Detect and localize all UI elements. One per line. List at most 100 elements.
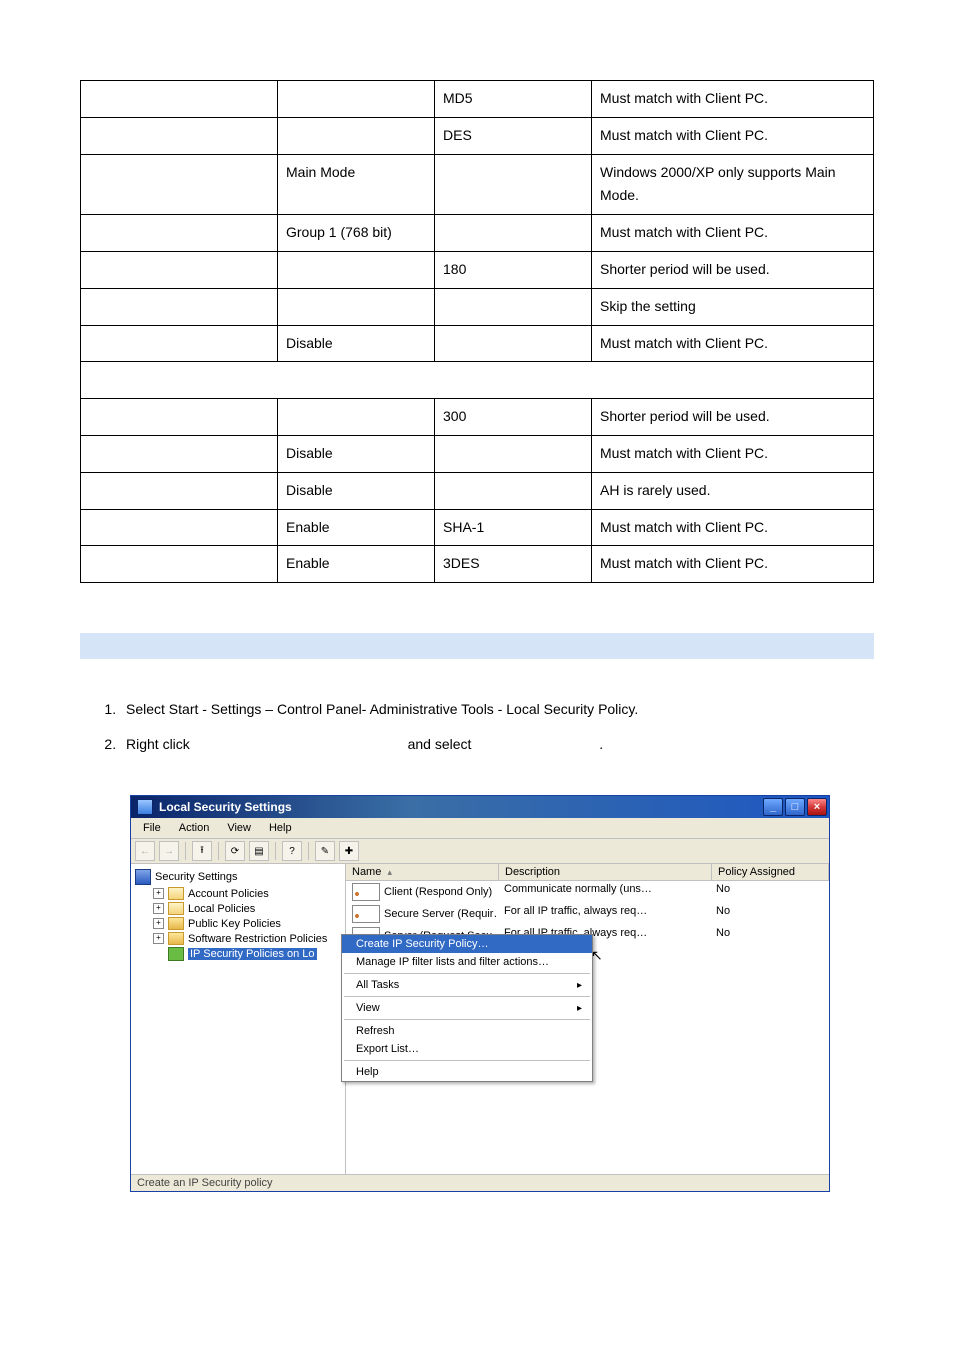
table-cell (278, 399, 435, 436)
table-cell (435, 288, 592, 325)
table-cell: Enable (278, 546, 435, 583)
table-cell: Main Mode (278, 154, 435, 215)
expand-icon[interactable]: + (153, 933, 164, 944)
settings-table: MD5Must match with Client PC. DESMust ma… (80, 80, 874, 583)
statusbar: Create an IP Security policy (131, 1174, 829, 1191)
table-cell (81, 546, 278, 583)
table-cell: SHA-1 (435, 509, 592, 546)
policy-icon (352, 905, 380, 923)
table-cell (81, 81, 278, 118)
menu-action[interactable]: Action (171, 820, 218, 836)
window-icon (137, 799, 153, 815)
forward-button[interactable]: → (159, 841, 179, 861)
table-cell: Group 1 (768 bit) (278, 215, 435, 252)
policy-row[interactable]: Secure Server (Requir…For all IP traffic… (346, 903, 829, 925)
table-cell: MD5 (435, 81, 592, 118)
maximize-button[interactable]: □ (785, 798, 805, 816)
table-cell (81, 288, 278, 325)
table-cell (435, 435, 592, 472)
cursor-icon: ↖ (591, 947, 603, 964)
expand-icon[interactable]: + (153, 903, 164, 914)
table-cell: Must match with Client PC. (592, 435, 874, 472)
step-1: Select Start - Settings – Control Panel-… (120, 699, 874, 720)
col-name[interactable]: Name ▴ (346, 864, 499, 880)
expand-icon[interactable]: + (153, 918, 164, 929)
expand-icon[interactable]: + (153, 888, 164, 899)
ctx-help[interactable]: Help (342, 1063, 592, 1081)
window-title: Local Security Settings (159, 800, 761, 814)
tree-local-policies[interactable]: + Local Policies (151, 901, 343, 916)
folder-icon (168, 902, 184, 915)
table-cell (81, 435, 278, 472)
table-cell (81, 472, 278, 509)
context-menu: Create IP Security Policy… Manage IP fil… (341, 934, 593, 1082)
table-cell (435, 325, 592, 362)
table-cell: Must match with Client PC. (592, 325, 874, 362)
tree-account-policies[interactable]: + Account Policies (151, 886, 343, 901)
tree-root[interactable]: Security Settings (133, 868, 343, 886)
ctx-manage-filter-lists[interactable]: Manage IP filter lists and filter action… (342, 953, 592, 971)
table-cell: DES (435, 117, 592, 154)
table-cell: Skip the setting (592, 288, 874, 325)
ctx-all-tasks[interactable]: All Tasks (342, 976, 592, 994)
folder-icon (168, 887, 184, 900)
policy-row[interactable]: Client (Respond Only)Communicate normall… (346, 881, 829, 903)
close-button[interactable]: × (807, 798, 827, 816)
col-policy-assigned[interactable]: Policy Assigned (712, 864, 829, 880)
steps-list: Select Start - Settings – Control Panel-… (80, 699, 874, 755)
up-button[interactable]: ⭱ (192, 841, 212, 861)
ctx-export-list[interactable]: Export List… (342, 1040, 592, 1058)
table-cell (435, 154, 592, 215)
table-cell: Must match with Client PC. (592, 117, 874, 154)
table-cell: Disable (278, 472, 435, 509)
table-cell: Windows 2000/XP only supports Main Mode. (592, 154, 874, 215)
tree-public-key-policies[interactable]: + Public Key Policies (151, 916, 343, 931)
new-policy-button[interactable]: ✎ (315, 841, 335, 861)
toolbar: ← → ⭱ ⟳ ▤ ? ✎ ✚ (131, 839, 829, 864)
refresh-button[interactable]: ⟳ (225, 841, 245, 861)
menu-view[interactable]: View (219, 820, 259, 836)
tree-software-restriction[interactable]: + Software Restriction Policies (151, 931, 343, 946)
new-filter-button[interactable]: ✚ (339, 841, 359, 861)
titlebar[interactable]: Local Security Settings _ □ × (131, 796, 829, 818)
table-cell (278, 251, 435, 288)
table-cell: 300 (435, 399, 592, 436)
folder-icon (168, 932, 184, 945)
section-divider (81, 362, 874, 399)
menu-file[interactable]: File (135, 820, 169, 836)
ctx-refresh[interactable]: Refresh (342, 1022, 592, 1040)
table-cell (435, 215, 592, 252)
policy-icon (168, 947, 184, 961)
tree-ip-security-policies[interactable]: IP Security Policies on Lo (151, 946, 343, 962)
back-button[interactable]: ← (135, 841, 155, 861)
table-cell: Shorter period will be used. (592, 251, 874, 288)
step-2: Right click and select . (120, 734, 874, 755)
table-cell (81, 399, 278, 436)
table-cell: Must match with Client PC. (592, 509, 874, 546)
table-cell (278, 117, 435, 154)
minimize-button[interactable]: _ (763, 798, 783, 816)
table-cell: Must match with Client PC. (592, 546, 874, 583)
table-cell (278, 288, 435, 325)
table-cell: Must match with Client PC. (592, 215, 874, 252)
table-cell (81, 509, 278, 546)
shield-icon (135, 869, 151, 885)
table-cell: 3DES (435, 546, 592, 583)
list-header: Name ▴ Description Policy Assigned (346, 864, 829, 881)
table-cell: Disable (278, 325, 435, 362)
local-security-settings-window: Local Security Settings _ □ × File Actio… (130, 795, 830, 1192)
table-cell (81, 215, 278, 252)
table-cell: Disable (278, 435, 435, 472)
ctx-view[interactable]: View (342, 999, 592, 1017)
table-cell (81, 154, 278, 215)
ctx-create-ip-security-policy[interactable]: Create IP Security Policy… (342, 935, 592, 953)
tree-pane: Security Settings + Account Policies + L… (131, 864, 346, 1174)
table-cell: 180 (435, 251, 592, 288)
table-cell: Enable (278, 509, 435, 546)
export-button[interactable]: ▤ (249, 841, 269, 861)
menu-help[interactable]: Help (261, 820, 300, 836)
col-description[interactable]: Description (499, 864, 712, 880)
help-button[interactable]: ? (282, 841, 302, 861)
sort-asc-icon: ▴ (387, 867, 392, 877)
menubar: File Action View Help (131, 818, 829, 839)
